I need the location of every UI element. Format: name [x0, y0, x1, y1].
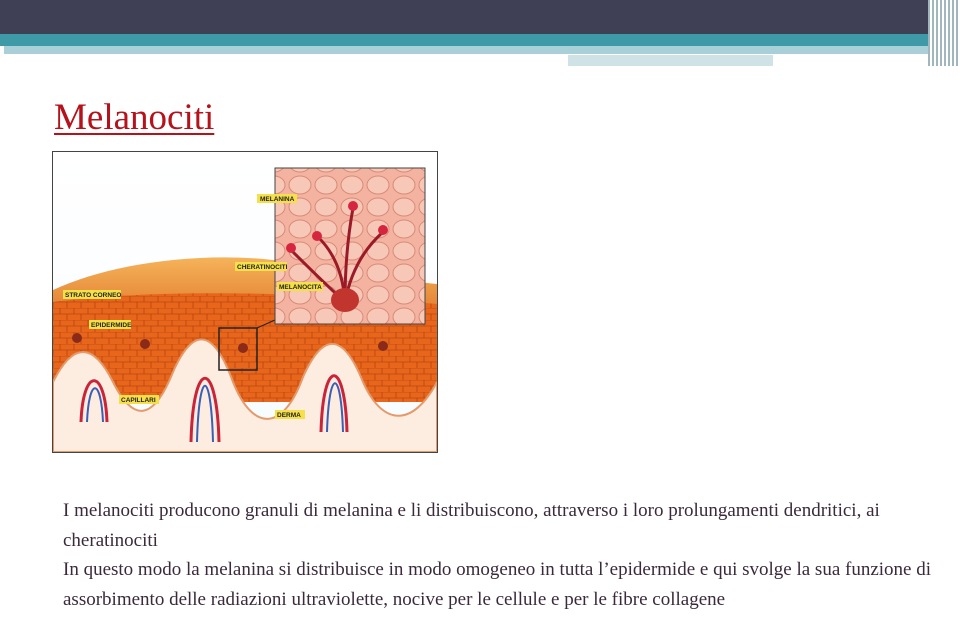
- decorative-pattern: [928, 0, 960, 66]
- header-bar: [0, 0, 935, 34]
- label-cheratinociti: CHERATINOCITI: [237, 264, 288, 271]
- body-text: I melanociti producono granuli di melani…: [63, 496, 943, 614]
- skin-illustration: MELANINA CHERATINOCITI MELANOCITA STRATO…: [52, 151, 438, 453]
- label-melanocita: MELANOCITA: [279, 284, 322, 291]
- label-capillari: CAPILLARI: [121, 397, 156, 404]
- label-melanina: MELANINA: [260, 196, 295, 203]
- header-stripe-accent: [568, 55, 773, 66]
- header-stripe: [0, 34, 935, 46]
- label-derma: DERMA: [277, 412, 301, 419]
- header-stripe-light: [4, 46, 932, 54]
- label-epidermide: EPIDERMIDE: [91, 322, 132, 329]
- slide-title: Melanociti: [54, 97, 215, 138]
- label-strato-corneo: STRATO CORNEO: [65, 292, 121, 299]
- paragraph-2: In questo modo la melanina si distribuis…: [63, 559, 932, 610]
- paragraph-1: I melanociti producono granuli di melani…: [63, 500, 880, 551]
